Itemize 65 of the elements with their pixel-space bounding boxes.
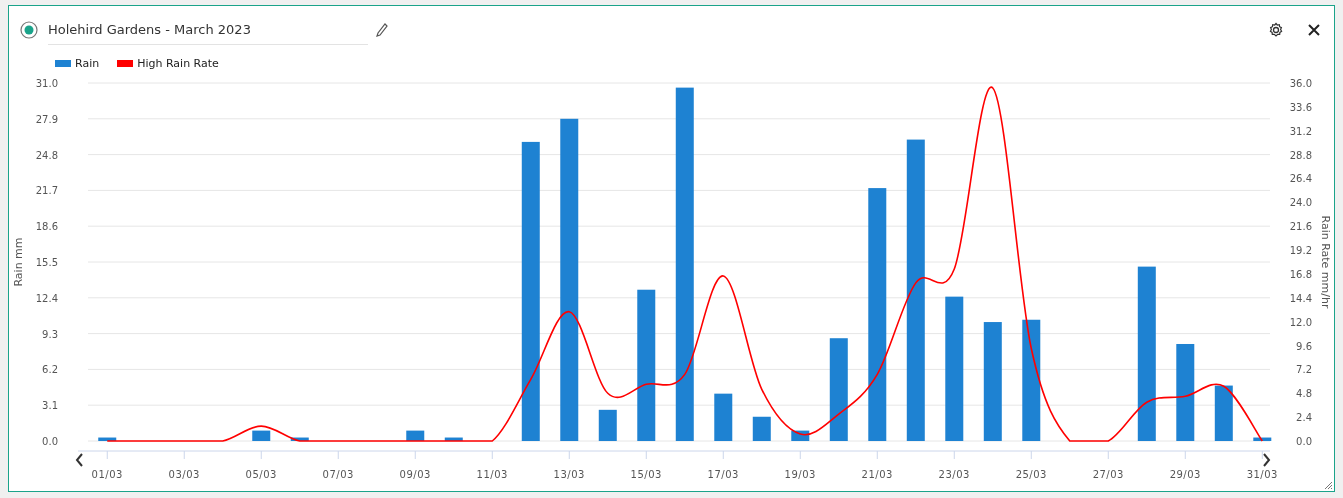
- rain-bar: [1214, 385, 1233, 441]
- axis-label: 24.8: [35, 149, 58, 161]
- axis-label: 12.0: [1289, 316, 1312, 328]
- rain-bar: [791, 430, 810, 441]
- rain-bar: [444, 437, 463, 441]
- axis-label: 28.8: [1289, 149, 1312, 161]
- rain-bar: [252, 430, 271, 441]
- axis-label: 23/03: [938, 469, 970, 480]
- axis-label: 0.0: [1296, 436, 1312, 447]
- resize-grip-icon[interactable]: [1324, 481, 1332, 489]
- close-icon[interactable]: [1308, 24, 1320, 36]
- axis-label: 25/03: [1015, 469, 1047, 480]
- axis-label: 31.2: [1289, 125, 1312, 137]
- axis-label: 09/03: [399, 469, 431, 480]
- axis-label: 0.0: [42, 436, 58, 447]
- rain-bar: [598, 409, 617, 441]
- chevron-right-icon[interactable]: [1263, 453, 1271, 467]
- axis-label: 12.4: [35, 292, 58, 304]
- axis-label: 15/03: [630, 469, 662, 480]
- pencil-icon[interactable]: [376, 23, 388, 37]
- axis-label: 13/03: [553, 469, 585, 480]
- axis-label: 14.4: [1289, 292, 1312, 304]
- axis-label: 27/03: [1092, 469, 1124, 480]
- axis-label: 19/03: [784, 469, 816, 480]
- window-title[interactable]: Holehird Gardens - March 2023: [48, 22, 251, 37]
- axis-title: Rain mm: [12, 237, 25, 287]
- axis-label: 33.6: [1289, 101, 1312, 113]
- axis-label: 2.4: [1296, 412, 1312, 424]
- rain-bar: [714, 393, 733, 441]
- axis-label: 4.8: [1296, 388, 1312, 400]
- legend-label[interactable]: Rain: [75, 56, 100, 70]
- rain-bar: [406, 430, 425, 441]
- axis-label: 03/03: [168, 469, 200, 480]
- axis-label: 15.5: [35, 257, 58, 268]
- axis-label: 3.1: [42, 400, 58, 412]
- axis-label: 6.2: [42, 364, 58, 376]
- axis-label: 05/03: [245, 469, 277, 480]
- settings-icon[interactable]: [1268, 22, 1284, 38]
- axis-label: 17/03: [707, 469, 739, 480]
- rain-bar: [1253, 437, 1272, 441]
- axis-label: 11/03: [476, 469, 508, 480]
- axis-label: 26.4: [1289, 173, 1312, 185]
- axis-label: 16.8: [1289, 268, 1312, 280]
- axis-label: 36.0: [1289, 78, 1312, 89]
- rain-bar: [290, 437, 309, 441]
- axis-label: 31/03: [1246, 469, 1278, 480]
- axis-label: 21/03: [861, 469, 893, 480]
- axis-label: 31.0: [35, 78, 58, 89]
- axis-label: 19.2: [1289, 245, 1312, 257]
- axis-label: 01/03: [91, 469, 123, 480]
- axis-label: 9.3: [42, 328, 58, 340]
- axis-label: 07/03: [322, 469, 354, 480]
- chevron-left-icon[interactable]: [75, 453, 83, 467]
- rain-bar: [752, 416, 771, 441]
- axis-label: 24.0: [1289, 197, 1312, 209]
- legend-label[interactable]: High Rain Rate: [137, 56, 219, 70]
- rain-bar: [98, 437, 117, 441]
- axis-label: 21.6: [1289, 221, 1312, 233]
- axis-label: 7.2: [1296, 364, 1312, 376]
- axis-title: Rain Rate mm/hr: [1319, 215, 1332, 309]
- axis-label: 9.6: [1296, 340, 1312, 352]
- axis-label: 27.9: [35, 113, 58, 125]
- axis-label: 21.7: [35, 185, 58, 197]
- axis-label: 29/03: [1169, 469, 1201, 480]
- axis-label: 18.6: [35, 221, 58, 233]
